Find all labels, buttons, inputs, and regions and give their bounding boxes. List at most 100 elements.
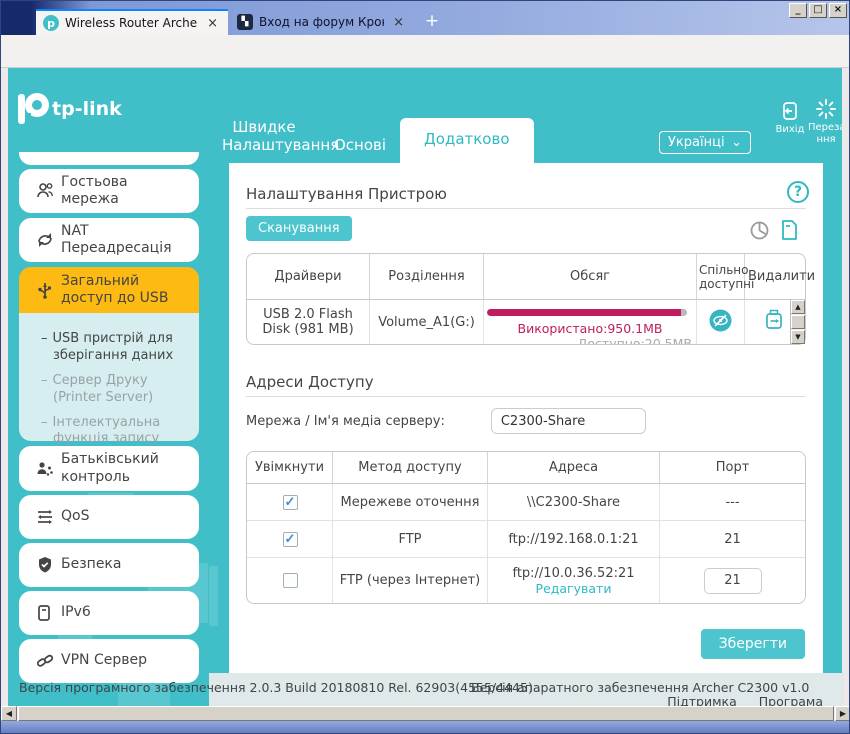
sidebar-item-usb-sharing[interactable]: Загальний доступ до USB (19, 267, 199, 313)
access-address: ftp://192.168.0.1:21 (487, 521, 659, 558)
access-address: \\C2300-Share (487, 484, 659, 521)
nav-quick-setup[interactable]: Швидке Налаштування (208, 110, 320, 164)
reboot-button[interactable]: Перезавантаже ння (808, 98, 844, 146)
browser-toolbar: tplinkwifi.net /webpages/index.153389327… (1, 35, 850, 68)
sidebar-item-label: Загальний доступ до USB (61, 273, 189, 308)
edit-link[interactable]: Редагувати (491, 581, 656, 596)
language-value: Українці (668, 135, 725, 150)
access-row-ftp-internet: FTP (через Інтернет) ftp://10.0.36.52:21… (247, 558, 805, 603)
remove-cell: ▲ ▼ (744, 300, 805, 344)
sidebar-item-label: QoS (61, 508, 89, 526)
sidebar-item-parental-control[interactable]: Батьківський контроль (19, 446, 199, 491)
shield-check-icon (35, 555, 61, 575)
sidebar-item-security[interactable]: Безпека (19, 543, 199, 587)
window-frame-left (1, 68, 8, 720)
sidebar-item-qos[interactable]: QoS (19, 495, 199, 539)
scroll-left-icon[interactable]: ◀ (1, 706, 17, 721)
logout-button[interactable]: Вихід (770, 101, 810, 136)
sidebar-item-label: NAT Переадресація (61, 223, 189, 258)
scroll-up-icon[interactable]: ▲ (791, 300, 805, 314)
col-header: Метод доступу (332, 452, 487, 484)
router-page: tp-link Швидке Налаштування Основі Додат… (8, 68, 844, 706)
help-icon[interactable]: ? (787, 181, 809, 203)
submenu-item-usb-storage[interactable]: –USB пристрій для зберігання даних (53, 331, 191, 365)
remove-usb-icon[interactable] (764, 308, 786, 332)
col-header: Адреса (487, 452, 659, 484)
sidebar-item-guest-network[interactable]: Гостьова мережа (19, 169, 199, 213)
refresh-document-icon[interactable] (780, 219, 799, 241)
safely-remove-pie-icon[interactable] (749, 220, 770, 241)
svg-text:tp-link: tp-link (52, 98, 122, 120)
access-port: --- (659, 484, 805, 521)
tplink-favicon: p (43, 15, 59, 31)
col-header: Обсяг (483, 254, 696, 300)
content-card: ? Налаштування Пристрою Сканування Драйв… (229, 163, 823, 673)
access-address: ftp://10.0.36.52:21 (491, 566, 656, 581)
enable-checkbox[interactable] (283, 495, 298, 510)
scan-button[interactable]: Сканування (246, 216, 352, 241)
save-button[interactable]: Зберегти (701, 629, 805, 659)
minimize-button[interactable]: _ (789, 3, 807, 18)
enable-checkbox[interactable] (283, 573, 298, 588)
tab-title: Вход на форум Кроковод — Кро (259, 15, 384, 29)
qos-icon (35, 507, 61, 527)
firmware-version: Версія програмного забезпечення 2.0.3 Bu… (19, 680, 533, 695)
access-addresses-title: Адреси Доступу (246, 373, 374, 391)
new-tab-button[interactable]: + (419, 9, 445, 35)
sidebar-item-ipv6[interactable]: IPv6 (19, 591, 199, 635)
support-link[interactable]: Підтримка (667, 694, 737, 706)
enable-checkbox[interactable] (283, 532, 298, 547)
maximize-button[interactable]: □ (809, 3, 827, 18)
capacity-cell: Використано:950.1MB Доступно:20.5MB (483, 300, 696, 344)
col-header: Спільно доступні (696, 254, 744, 300)
vpn-chain-icon (35, 651, 61, 671)
device-table: Драйвери Розділення Обсяг Спільно доступ… (246, 253, 806, 345)
horizontal-scrollbar[interactable]: ◀ ▶ (1, 706, 850, 721)
table-vertical-scrollbar[interactable]: ▲ ▼ (790, 300, 805, 344)
capacity-bar (487, 309, 687, 316)
shared-eye-icon[interactable] (708, 308, 733, 333)
scroll-right-icon[interactable]: ▶ (835, 706, 850, 721)
hardware-version: Версія апаратного забезпечення Archer C2… (471, 680, 809, 695)
col-header: Видалити (744, 254, 805, 300)
access-port: 21 (659, 521, 805, 558)
tab-forum[interactable]: ▚ Вход на форум Кроковод — Кро × (230, 9, 414, 35)
sidebar-item-label: Гостьова мережа (61, 174, 189, 209)
access-method: FTP (332, 521, 487, 558)
sidebar-item-label: Безпека (61, 556, 121, 574)
col-header: Увімкнути (247, 452, 332, 484)
scroll-down-icon[interactable]: ▼ (791, 330, 805, 344)
nav-advanced[interactable]: Додатково (400, 118, 533, 163)
access-address-cell: ftp://10.0.36.52:21 Редагувати (487, 558, 659, 603)
nat-forwarding-icon (35, 230, 61, 250)
window-frame-right (842, 68, 849, 720)
drive-name: USB 2.0 Flash Disk (981 MB) (247, 300, 369, 344)
sidebar-item-nat[interactable]: NAT Переадресація (19, 218, 199, 262)
shared-cell (696, 300, 744, 344)
submenu-item-print-server[interactable]: –Сервер Друку (Printer Server) (53, 373, 191, 407)
tab-title: Wireless Router Archer C2300 (65, 16, 198, 30)
sidebar-item-label: VPN Сервер (61, 652, 147, 670)
sidebar-item-partial[interactable] (19, 152, 199, 165)
media-server-name-label: Мережа / Ім'я медіа серверу: (246, 414, 445, 429)
nav-basic[interactable]: Основі (320, 128, 400, 163)
window-frame-bottom (1, 721, 850, 734)
close-tab-icon[interactable]: × (390, 15, 407, 30)
tab-router[interactable]: p Wireless Router Archer C2300 × (36, 9, 228, 35)
window-titlebar: _ □ × p Wireless Router Archer C2300 × ▚… (1, 1, 850, 35)
tplink-logo: tp-link (16, 86, 136, 132)
sidebar-item-label: Батьківський контроль (61, 451, 189, 486)
sidebar-item-label: IPv6 (61, 604, 91, 622)
divider (246, 396, 806, 397)
language-select[interactable]: Українці ⌄ (659, 131, 751, 154)
parental-control-icon (35, 459, 61, 479)
access-method: Мережеве оточення (332, 484, 487, 521)
media-server-name-input[interactable] (491, 408, 646, 434)
app-link[interactable]: Програма (759, 694, 823, 706)
close-window-button[interactable]: × (829, 3, 847, 18)
col-header: Розділення (369, 254, 483, 300)
port-input[interactable] (704, 568, 762, 594)
ipv6-document-icon (35, 603, 61, 623)
access-table: Увімкнути Метод доступу Адреса Порт Мере… (246, 451, 806, 604)
close-tab-icon[interactable]: × (204, 16, 221, 31)
